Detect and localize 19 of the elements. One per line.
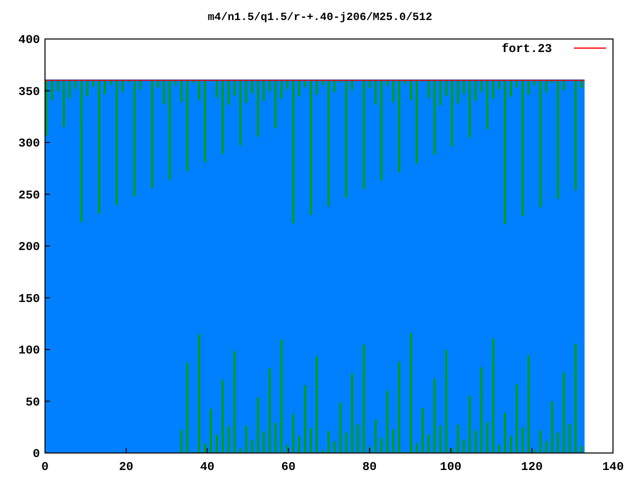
y-tick-label: 300 [18,136,40,150]
y-tick-label: 250 [18,188,40,202]
y-tick-label: 150 [18,292,40,306]
y-tick-label: 100 [18,344,40,358]
x-tick-label: 20 [118,460,134,474]
legend-label: fort.23 [502,42,552,56]
y-tick-label: 200 [18,240,40,254]
chart-title: m4/n1.5/q1.5/r-+.40-j206/M25.0/512 [208,12,432,24]
y-tick-label: 50 [26,395,40,410]
x-tick-label: 60 [281,460,296,474]
y-tick-label: 350 [18,84,40,99]
x-tick-label: 80 [362,460,377,474]
x-tick-label: 0 [41,460,49,474]
y-tick-label: 400 [18,33,40,47]
x-tick-label: 140 [602,460,624,474]
x-tick-label: 120 [521,460,543,474]
x-tick-label: 40 [200,460,214,474]
y-tick-label: 0 [32,447,40,461]
x-tick-label: 100 [440,460,462,474]
